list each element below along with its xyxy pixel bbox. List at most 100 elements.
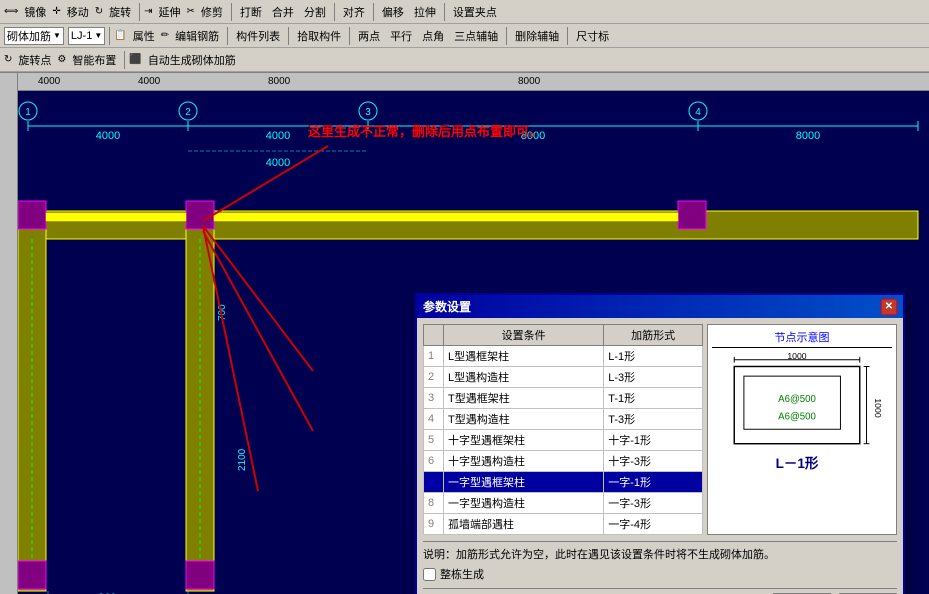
separator12 (124, 51, 125, 69)
tb-edit-rebar[interactable]: 编辑钢筋 (171, 27, 223, 45)
col-header-condition: 设置条件 (444, 325, 604, 346)
separator (139, 3, 140, 21)
tb-property[interactable]: 属性 (129, 27, 159, 45)
tb-two-point[interactable]: 两点 (354, 27, 384, 45)
note-text: 说明：加筋形式允许为空，此时在遇见该设置条件时将不生成砌体加筋。 (423, 549, 775, 561)
row-condition: 孤墙端部遇柱 (444, 514, 604, 535)
svg-text:A6@500: A6@500 (778, 412, 816, 423)
row-form: T-1形 (604, 388, 703, 409)
dialog-title: 参数设置 (423, 298, 471, 315)
row-condition: T型遇框架柱 (444, 388, 604, 409)
table-row[interactable]: 6 十字型遇构造柱 十字-3形 (424, 451, 703, 472)
tb-three-point-aux[interactable]: 三点辅轴 (450, 27, 502, 45)
dialog-table-section: 设置条件 加筋形式 1 L型遇框架柱 L-1形 2 L型遇构造柱 L-3形 3 … (423, 324, 703, 535)
tb-setpoint[interactable]: 设置夹点 (449, 3, 501, 21)
row-form: 十字-3形 (604, 451, 703, 472)
tb-icon-mirror: ⟺ (4, 6, 18, 17)
preview-title: 节点示意图 (712, 329, 892, 348)
toolbar-row1: ⟺ 镜像 ✛ 移动 ↻ 旋转 ⇥ 延伸 ✂ 修剪 打断 合并 分割 对齐 偏移 … (0, 0, 929, 24)
smart-layout-icon: ⚙ (57, 54, 66, 65)
tb-icon-move: ✛ (52, 6, 60, 17)
tb-stretch[interactable]: 拉伸 (410, 3, 440, 21)
table-row[interactable]: ✓ 一字型遇框架柱 一字-1形 (424, 472, 703, 493)
row-num: 8 (424, 493, 444, 514)
chevron-down-icon: ▼ (53, 31, 61, 40)
toolbar-row3: ↻ 旋转点 ⚙ 智能布置 ⬛ 自动生成砌体加筋 (0, 48, 929, 72)
tb-offset[interactable]: 偏移 (378, 3, 408, 21)
svg-text:1000: 1000 (873, 398, 882, 417)
separator4 (373, 3, 374, 21)
chevron-down-icon2: ▼ (94, 31, 102, 40)
dropdown-lj[interactable]: LJ-1 ▼ (68, 27, 105, 45)
cad-area: 4000 4000 8000 8000 1 2 3 4 4000 4000 (0, 73, 929, 594)
table-row[interactable]: 8 一字型遇构造柱 一字-3形 (424, 493, 703, 514)
separator7 (227, 27, 228, 45)
separator5 (444, 3, 445, 21)
checkbox-label: 整栋生成 (440, 566, 484, 582)
dialog-preview-section: 节点示意图 1000 (707, 324, 897, 535)
dropdown-component-type[interactable]: 砌体加筋 ▼ (4, 27, 64, 45)
table-row[interactable]: 2 L型遇构造柱 L-3形 (424, 367, 703, 388)
dialog-main: 设置条件 加筋形式 1 L型遇框架柱 L-1形 2 L型遇构造柱 L-3形 3 … (423, 324, 897, 535)
row-num: 1 (424, 346, 444, 367)
tb-merge[interactable]: 合并 (268, 3, 298, 21)
edit-icon: ✏ (161, 30, 169, 41)
row-form: 一字-4形 (604, 514, 703, 535)
table-row[interactable]: 1 L型遇框架柱 L-1形 (424, 346, 703, 367)
table-row[interactable]: 9 孤墙端部遇柱 一字-4形 (424, 514, 703, 535)
separator6 (109, 27, 110, 45)
rotate-point-icon: ↻ (4, 54, 12, 65)
tb-rotate-point[interactable]: 旋转点 (14, 51, 55, 69)
row-condition: 十字型遇构造柱 (444, 451, 604, 472)
toolbar-row2: 砌体加筋 ▼ LJ-1 ▼ 📋 属性 ✏ 编辑钢筋 构件列表 拾取构件 两点 平… (0, 24, 929, 48)
dialog-params: 参数设置 ✕ 设置条件 加筋形式 (415, 293, 905, 594)
dialog-close-button[interactable]: ✕ (881, 299, 897, 315)
row-num: 3 (424, 388, 444, 409)
tb-pick-component[interactable]: 拾取构件 (293, 27, 345, 45)
row-condition: L型遇框架柱 (444, 346, 604, 367)
tb-rotate[interactable]: 旋转 (105, 3, 135, 21)
svg-text:1000: 1000 (787, 352, 806, 361)
tb-delete-aux[interactable]: 删除辅轴 (511, 27, 563, 45)
separator11 (567, 27, 568, 45)
tb-auto-generate[interactable]: 自动生成砌体加筋 (144, 51, 240, 69)
separator8 (288, 27, 289, 45)
row-form: T-3形 (604, 409, 703, 430)
dialog-footer: 确定 取消 (423, 588, 897, 594)
row-num: ✓ (424, 472, 444, 493)
tb-angle-point[interactable]: 点角 (418, 27, 448, 45)
table-row[interactable]: 3 T型遇框架柱 T-1形 (424, 388, 703, 409)
svg-text:A6@500: A6@500 (778, 394, 816, 405)
row-condition: 一字型遇框架柱 (444, 472, 604, 493)
tb-break[interactable]: 打断 (236, 3, 266, 21)
dialog-body: 设置条件 加筋形式 1 L型遇框架柱 L-1形 2 L型遇构造柱 L-3形 3 … (417, 318, 903, 594)
dialog-titlebar: 参数设置 ✕ (417, 295, 903, 318)
tb-mirror[interactable]: 镜像 (20, 3, 50, 21)
row-num: 9 (424, 514, 444, 535)
tb-extend[interactable]: 延伸 (155, 3, 185, 21)
row-num: 6 (424, 451, 444, 472)
whole-building-checkbox[interactable] (423, 568, 436, 581)
col-header-num (424, 325, 444, 346)
tb-smart-layout[interactable]: 智能布置 (68, 51, 120, 69)
table-row[interactable]: 5 十字型遇框架柱 十字-1形 (424, 430, 703, 451)
tb-dimension[interactable]: 尺寸标 (572, 27, 613, 45)
svg-text:L－1形: L－1形 (776, 456, 819, 471)
separator2 (231, 3, 232, 21)
table-row[interactable]: 4 T型遇构造柱 T-3形 (424, 409, 703, 430)
row-form: 十字-1形 (604, 430, 703, 451)
row-condition: L型遇构造柱 (444, 367, 604, 388)
col-header-form: 加筋形式 (604, 325, 703, 346)
tb-align[interactable]: 对齐 (339, 3, 369, 21)
row-form: L-1形 (604, 346, 703, 367)
tb-trim[interactable]: 修剪 (197, 3, 227, 21)
separator3 (334, 3, 335, 21)
checkbox-row: 整栋生成 (423, 566, 897, 582)
tb-parallel[interactable]: 平行 (386, 27, 416, 45)
row-condition: T型遇构造柱 (444, 409, 604, 430)
tb-component-list[interactable]: 构件列表 (232, 27, 284, 45)
note-section: 说明：加筋形式允许为空，此时在遇见该设置条件时将不生成砌体加筋。 整栋生成 (423, 541, 897, 582)
tb-split[interactable]: 分割 (300, 3, 330, 21)
tb-move[interactable]: 移动 (63, 3, 93, 21)
tb-icon-extend: ⇥ (144, 6, 152, 17)
